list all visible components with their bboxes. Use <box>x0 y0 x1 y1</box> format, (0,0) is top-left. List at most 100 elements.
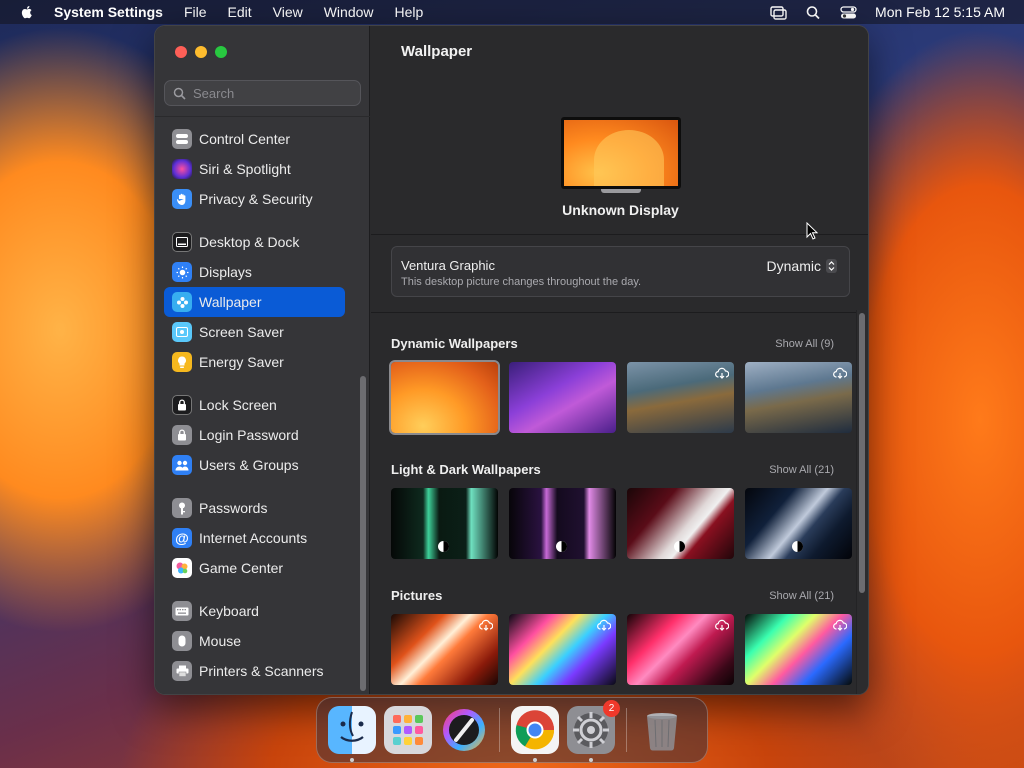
dynamic-wallpapers-row <box>389 360 852 435</box>
wallpaper-thumb-macbook-red[interactable] <box>627 488 734 559</box>
menu-bar: System Settings File Edit View Window He… <box>0 0 1024 24</box>
spotlight-search-icon[interactable] <box>805 5 822 20</box>
sidebar-item-label: Passwords <box>199 500 268 516</box>
sidebar-item-lock-screen[interactable]: Lock Screen <box>164 390 345 420</box>
minimize-button[interactable] <box>195 46 207 58</box>
sidebar-scrollbar[interactable] <box>360 376 366 691</box>
dock-chrome[interactable] <box>511 706 559 762</box>
sidebar-item-label: Login Password <box>199 427 299 443</box>
screen-mirroring-icon[interactable] <box>770 5 787 20</box>
hand-icon <box>172 189 192 209</box>
show-all-pictures-button[interactable]: Show All (21) <box>769 590 834 602</box>
wallpaper-thumb-imac-green[interactable] <box>391 488 498 559</box>
pictures-wallpapers-row <box>391 614 852 685</box>
sidebar-item-label: Privacy & Security <box>199 191 313 207</box>
wallpaper-thumb-catalina-island[interactable] <box>745 362 852 433</box>
wallpaper-thumb-monterey-purple[interactable] <box>509 362 616 433</box>
sidebar-item-internet-accounts[interactable]: @ Internet Accounts <box>164 523 345 553</box>
lock-icon <box>172 395 192 415</box>
wallpaper-thumb-picture-pink[interactable] <box>627 614 734 685</box>
sidebar-item-passwords[interactable]: Passwords <box>164 493 345 523</box>
sidebar-item-keyboard[interactable]: Keyboard <box>164 596 345 626</box>
sidebar-item-label: Printers & Scanners <box>199 663 324 679</box>
system-settings-window: Control Center Siri & Spotlight Privacy … <box>154 25 869 695</box>
sidebar-item-label: Lock Screen <box>199 397 277 413</box>
current-wallpaper-row: Ventura Graphic This desktop picture cha… <box>391 246 850 297</box>
sidebar-item-energy-saver[interactable]: Energy Saver <box>164 347 345 377</box>
menu-window[interactable]: Window <box>324 4 374 20</box>
dock-system-settings[interactable]: 2 <box>567 700 620 762</box>
apple-icon[interactable] <box>19 4 35 20</box>
sidebar-item-control-center[interactable]: Control Center <box>164 124 345 154</box>
section-title-dynamic: Dynamic Wallpapers <box>391 336 518 351</box>
close-button[interactable] <box>175 46 187 58</box>
light-dark-icon <box>556 541 567 552</box>
running-indicator <box>533 758 537 762</box>
sidebar-item-privacy-security[interactable]: Privacy & Security <box>164 184 345 214</box>
wallpaper-thumb-ventura-graphic[interactable] <box>389 360 500 435</box>
wallpaper-thumb-picture-multicolor[interactable] <box>509 614 616 685</box>
wallpaper-mode-select[interactable]: Dynamic <box>767 258 837 274</box>
chrome-icon <box>515 710 555 750</box>
menu-file[interactable]: File <box>184 4 207 20</box>
download-cloud-icon <box>597 619 611 631</box>
content-divider <box>371 234 868 235</box>
dock-icon <box>172 232 192 252</box>
sidebar-item-login-password[interactable]: Login Password <box>164 420 345 450</box>
zoom-button[interactable] <box>215 46 227 58</box>
sidebar-item-label: Keyboard <box>199 603 259 619</box>
dock-finder[interactable] <box>328 706 376 762</box>
dock: 2 <box>316 697 708 763</box>
download-cloud-icon <box>715 619 729 631</box>
wallpaper-thumb-macbook-blue[interactable] <box>745 488 852 559</box>
wallpaper-thumb-catalina-coast[interactable] <box>627 362 734 433</box>
lock-icon <box>172 425 192 445</box>
display-preview-screen <box>561 117 681 189</box>
sidebar-divider <box>155 116 370 117</box>
display-preview <box>561 117 681 193</box>
download-cloud-icon <box>715 367 729 379</box>
wallpaper-thumb-picture-green[interactable] <box>745 614 852 685</box>
sidebar-item-label: Energy Saver <box>199 354 284 370</box>
menu-app-name[interactable]: System Settings <box>54 4 163 20</box>
notification-badge: 2 <box>603 700 620 717</box>
display-name: Unknown Display <box>562 202 679 218</box>
dock-trash[interactable] <box>638 706 686 754</box>
light-dark-icon <box>792 541 803 552</box>
sidebar-item-printers-scanners[interactable]: Printers & Scanners <box>164 656 345 686</box>
menu-edit[interactable]: Edit <box>228 4 252 20</box>
search-input[interactable] <box>193 85 353 101</box>
sidebar-item-game-center[interactable]: Game Center <box>164 553 345 583</box>
sidebar-item-screen-saver[interactable]: Screen Saver <box>164 317 345 347</box>
sidebar-item-desktop-dock[interactable]: Desktop & Dock <box>164 227 345 257</box>
sidebar-item-label: Displays <box>199 264 252 280</box>
bulb-icon <box>172 352 192 372</box>
content-scrollbar[interactable] <box>859 313 865 593</box>
dock-launchpad[interactable] <box>384 706 432 754</box>
menu-view[interactable]: View <box>273 4 303 20</box>
dock-separator <box>499 708 500 752</box>
show-all-dynamic-button[interactable]: Show All (9) <box>775 338 834 350</box>
sidebar-item-wallpaper[interactable]: Wallpaper <box>164 287 345 317</box>
sidebar-item-users-groups[interactable]: Users & Groups <box>164 450 345 480</box>
wallpaper-thumb-imac-purple[interactable] <box>509 488 616 559</box>
sidebar-item-label: Mouse <box>199 633 242 649</box>
sidebar-item-displays[interactable]: Displays <box>164 257 345 287</box>
menu-help[interactable]: Help <box>395 4 424 20</box>
sidebar-item-label: Control Center <box>199 131 291 147</box>
wallpaper-thumb-picture-orange[interactable] <box>391 614 498 685</box>
sidebar-item-siri-spotlight[interactable]: Siri & Spotlight <box>164 154 345 184</box>
show-all-light-dark-button[interactable]: Show All (21) <box>769 464 834 476</box>
dock-color-picker[interactable] <box>440 706 488 754</box>
control-center-icon <box>172 129 192 149</box>
game-center-icon <box>172 558 192 578</box>
sidebar-search[interactable] <box>164 80 361 106</box>
chevron-updown-icon <box>826 259 837 273</box>
menu-bar-clock[interactable]: Mon Feb 12 5:15 AM <box>875 4 1005 20</box>
trash-icon <box>647 713 677 751</box>
finder-icon <box>340 711 364 742</box>
current-wallpaper-name: Ventura Graphic <box>401 258 495 273</box>
gallery-divider <box>371 312 868 313</box>
control-center-icon[interactable] <box>840 5 857 20</box>
sidebar-item-mouse[interactable]: Mouse <box>164 626 345 656</box>
